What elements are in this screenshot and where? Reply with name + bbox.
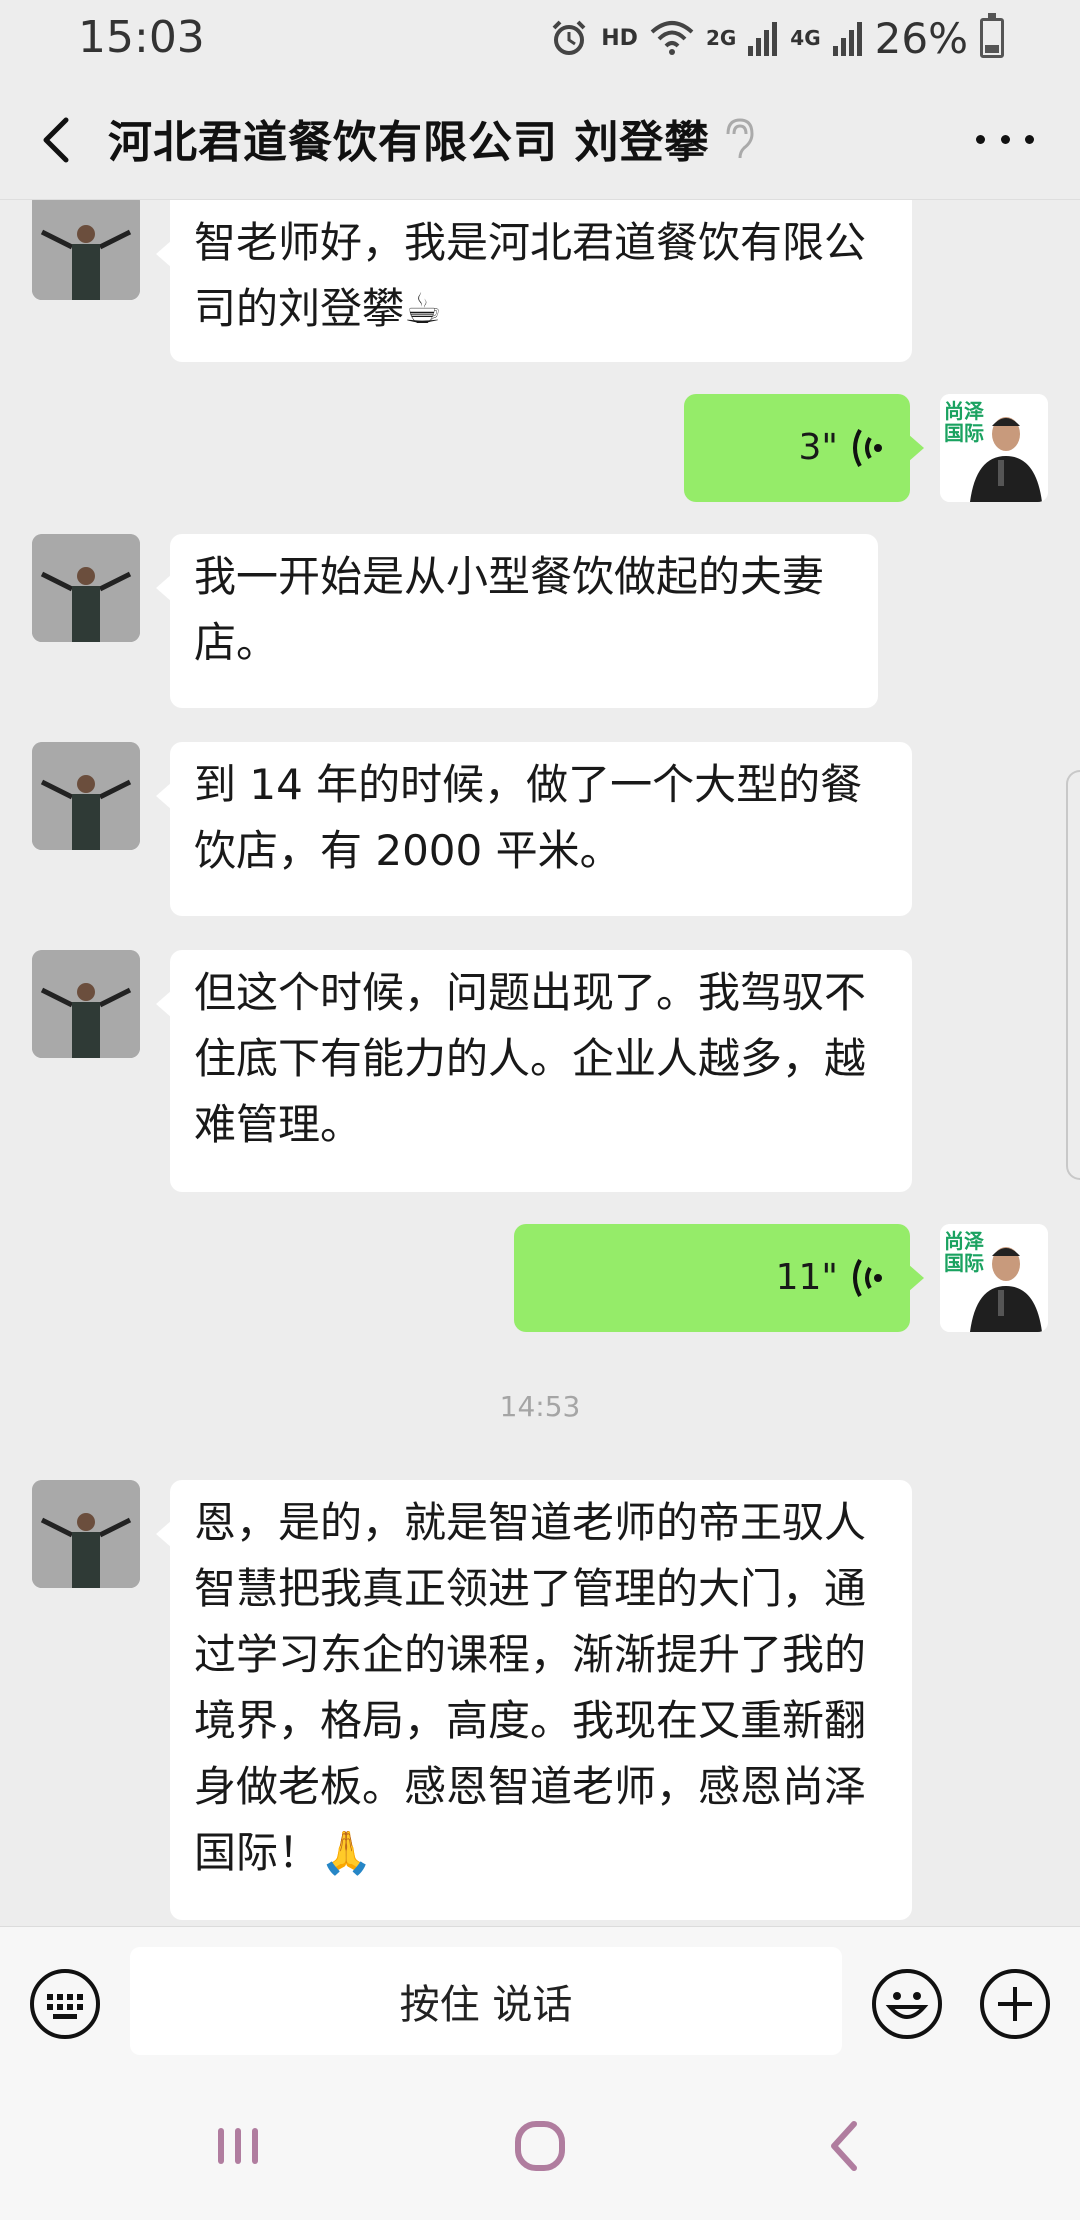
input-bar: 按住 说话 — [0, 1926, 1080, 2066]
friend-avatar[interactable] — [32, 742, 140, 850]
dot — [1025, 134, 1034, 144]
self-avatar[interactable]: 尚泽 国际 — [940, 394, 1048, 502]
status-time: 15:03 — [78, 12, 205, 63]
back-nav-icon[interactable] — [816, 2116, 876, 2176]
back-arrow-icon[interactable] — [28, 110, 88, 170]
network-2g-label: 2G — [705, 26, 737, 50]
more-options-button[interactable] — [970, 114, 1040, 164]
friend-avatar[interactable] — [32, 200, 140, 300]
hd-label: HD — [601, 25, 638, 51]
message-line: 司的刘登攀☕ — [194, 284, 442, 333]
message-line: 我一开始是从小型餐饮做起的夫妻 — [194, 552, 825, 601]
earpiece-mode-icon — [726, 118, 754, 159]
network-4g-label: 4G — [790, 26, 821, 50]
chat-title: 河北君道餐饮有限公司 刘登攀 — [108, 117, 710, 168]
message-line: 境界，格局，高度。我现在又重新翻 — [194, 1696, 867, 1745]
message-timestamp: 14:53 — [499, 1390, 581, 1423]
avatar-logo-line2: 国际 — [944, 422, 984, 445]
friend-avatar[interactable] — [32, 534, 140, 642]
self-avatar-image: 尚泽 国际 — [940, 394, 1048, 502]
message-line: 饮店，有 2000 平米。 — [194, 826, 622, 875]
voice-message-bubble[interactable]: 3" — [684, 394, 924, 502]
message-line: 智慧把我真正领进了管理的大门，通 — [194, 1564, 867, 1613]
message-line: 智老师好，我是河北君道餐饮有限公 — [194, 218, 867, 267]
avatar-logo-line2: 国际 — [944, 1252, 984, 1275]
signal-icon-2 — [832, 22, 862, 56]
alarm-icon — [552, 20, 586, 55]
battery-percent: 26% — [874, 13, 968, 63]
status-bar: 15:03 HD 2G 4G 26% — [0, 0, 1080, 76]
battery-icon — [980, 13, 1004, 58]
self-avatar[interactable]: 尚泽 国际 — [940, 1224, 1048, 1332]
message-line: 到 14 年的时候，做了一个大型的餐 — [194, 760, 863, 809]
voice-wave-icon — [853, 1259, 882, 1297]
system-navigation-bar — [0, 2066, 1080, 2220]
person-arms-raised-icon — [32, 200, 140, 300]
chat-message-list[interactable]: 智老师好，我是河北君道餐饮有限公 司的刘登攀☕ 3" 尚泽 国际 我一开始是从小… — [0, 200, 1080, 1926]
self-avatar-image: 尚泽 国际 — [940, 1224, 1048, 1332]
message-bubble[interactable]: 我一开始是从小型餐饮做起的夫妻 店。 — [156, 534, 878, 708]
scroll-handle[interactable] — [1066, 770, 1080, 1180]
person-arms-raised-icon — [32, 1480, 140, 1588]
home-icon[interactable] — [510, 2116, 570, 2176]
keyboard-icon[interactable] — [28, 1967, 102, 2041]
emoji-icon[interactable] — [870, 1967, 944, 2041]
friend-avatar[interactable] — [32, 1480, 140, 1588]
voice-message-bubble[interactable]: 11" — [514, 1224, 924, 1332]
message-line: 难管理。 — [194, 1100, 363, 1149]
message-bubble[interactable]: 恩，是的，就是智道老师的帝王驭人 智慧把我真正领进了管理的大门，通 过学习东企的… — [156, 1480, 912, 1920]
message-bubble[interactable]: 但这个时候，问题出现了。我驾驭不 住底下有能力的人。企业人越多，越 难管理。 — [156, 950, 912, 1192]
person-arms-raised-icon — [32, 534, 140, 642]
avatar-logo-line1: 尚泽 — [944, 1229, 984, 1253]
voice-duration: 11" — [775, 1257, 838, 1298]
dot — [1000, 134, 1010, 144]
person-arms-raised-icon — [32, 950, 140, 1058]
recent-apps-icon[interactable] — [208, 2116, 268, 2176]
person-arms-raised-icon — [32, 742, 140, 850]
message-line: 恩，是的，就是智道老师的帝王驭人 — [194, 1498, 867, 1547]
message-line: 过学习东企的课程，渐渐提升了我的 — [194, 1630, 867, 1679]
hold-to-talk-button[interactable]: 按住 说话 — [130, 1947, 842, 2055]
message-bubble[interactable]: 智老师好，我是河北君道餐饮有限公 司的刘登攀☕ — [156, 200, 912, 362]
voice-wave-icon — [853, 429, 882, 467]
friend-avatar[interactable] — [32, 950, 140, 1058]
plus-icon[interactable] — [978, 1967, 1052, 2041]
avatar-logo-line1: 尚泽 — [944, 399, 984, 423]
status-icons: HD 2G 4G 26% — [549, 12, 1004, 64]
message-line: 店。 — [194, 618, 279, 667]
message-line: 身做老板。感恩智道老师，感恩尚泽 — [194, 1762, 867, 1811]
message-line: 但这个时候，问题出现了。我驾驭不 — [194, 968, 867, 1017]
message-line: 住底下有能力的人。企业人越多，越 — [194, 1034, 867, 1083]
wifi-icon — [650, 21, 694, 55]
chat-header: 河北君道餐饮有限公司 刘登攀 — [0, 76, 1080, 200]
message-line: 国际！🙏 — [194, 1828, 373, 1877]
message-bubble[interactable]: 到 14 年的时候，做了一个大型的餐 饮店，有 2000 平米。 — [156, 742, 912, 916]
signal-icon — [748, 22, 778, 56]
dot — [976, 134, 985, 144]
voice-duration: 3" — [798, 427, 838, 468]
